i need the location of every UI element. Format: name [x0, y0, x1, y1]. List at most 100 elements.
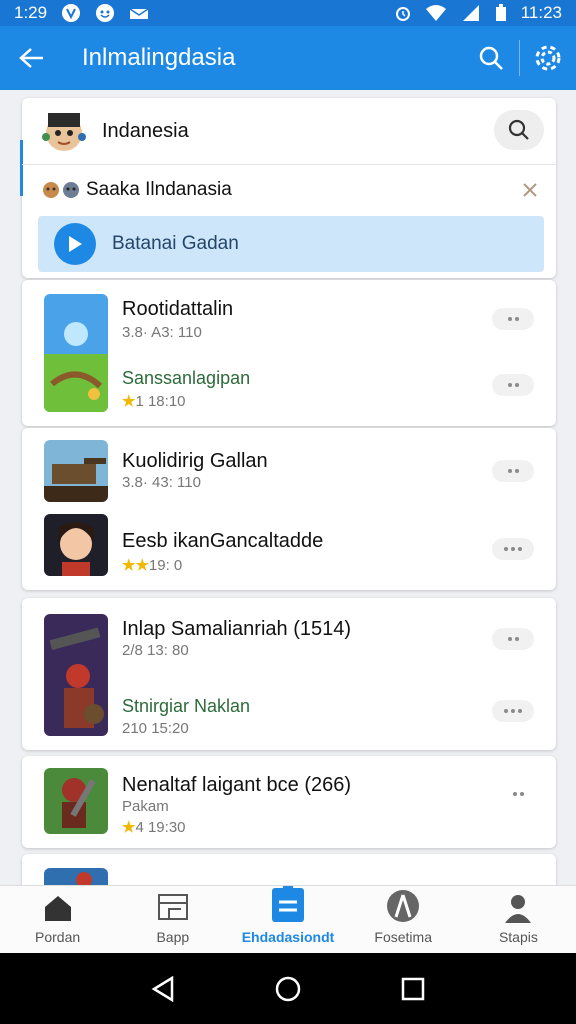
settings-button[interactable]: [520, 26, 576, 90]
app-meta: 3.8· 43: 110: [122, 474, 201, 491]
app-subtitle: Stnirgiar Naklan: [122, 696, 251, 716]
app-card: Rootidattalin 3.8· A3: 110 Sanssanlagipa…: [22, 280, 556, 426]
more-button[interactable]: [492, 374, 534, 396]
face-emoji-icon: [43, 182, 59, 198]
app-meta: Pakam: [122, 798, 169, 815]
person-icon: [505, 895, 532, 923]
star-icon: ★★: [122, 557, 149, 574]
country-name: Indanesia: [102, 119, 189, 142]
more-button[interactable]: [492, 460, 534, 482]
home-icon: [44, 896, 71, 921]
app-rating-text: 4 19:30: [135, 819, 186, 836]
more-button[interactable]: [492, 538, 534, 560]
more-button[interactable]: [513, 792, 524, 796]
app-icon-hero: [44, 768, 108, 834]
play-banner[interactable]: Batanai Gadan: [38, 216, 544, 272]
filter-text: Saaka Ilndanasia: [86, 179, 232, 200]
filter-chip[interactable]: Saaka Ilndanasia: [22, 168, 556, 212]
app-card: [22, 854, 556, 885]
filter-close-button[interactable]: [518, 178, 542, 202]
header-divider: [22, 164, 556, 165]
system-recents-button[interactable]: [393, 969, 433, 1009]
app-rating: ★4 19:30: [122, 818, 186, 836]
battery-icon: [495, 4, 507, 22]
triangle-back-icon: [151, 975, 173, 1002]
close-icon: [523, 183, 537, 197]
list-item[interactable]: Inlap Samalianriah (1514) 2/8 13: 80 Stn…: [22, 598, 556, 750]
nav-label: Ehdadasiondt: [241, 929, 335, 945]
app-rating: ★1 18:10: [122, 392, 186, 410]
search-icon: [508, 119, 529, 140]
wifi-icon: [425, 4, 447, 22]
country-avatar-icon: [42, 113, 86, 151]
star-icon: ★: [122, 819, 136, 836]
bottom-nav: Pordan Bapp Ehdadasiondt Fosetima Stapis: [0, 885, 576, 953]
app-title: Rootidattalin: [122, 298, 234, 320]
board-icon: [157, 894, 188, 920]
app-title: Nenaltaf laigant bce (266): [122, 774, 352, 796]
app-icon-avatar: [44, 514, 108, 576]
app-subtitle: Sanssanlagipan: [122, 368, 251, 388]
app-meta: 2/8 13: 80: [122, 642, 189, 659]
search-button[interactable]: [463, 26, 519, 90]
app-bar: Inlmalingdasia: [0, 26, 576, 90]
face-emoji-icon: [63, 182, 79, 198]
status-time-right: 11:23: [520, 3, 562, 22]
app-rating-text: 19: 0: [148, 557, 183, 574]
app-rating: ★★19: 0: [122, 556, 182, 574]
app-icon-warrior: [44, 614, 108, 736]
app-rating-text: 1 18:10: [135, 393, 186, 410]
list-item[interactable]: Nenaltaf laigant bce (266) Pakam ★4 19:3…: [22, 756, 556, 848]
star-icon: ★: [122, 393, 136, 410]
banner-text: Batanai Gadan: [112, 233, 239, 254]
app-title: Eesb ikanGancaltadde: [122, 530, 324, 552]
app-rating: 210 15:20: [122, 720, 189, 737]
system-back-button[interactable]: [143, 969, 183, 1009]
more-button[interactable]: [492, 700, 534, 722]
search-icon: [479, 46, 503, 70]
nav-item-active[interactable]: Ehdadasiondt: [230, 886, 345, 953]
app-card: Nenaltaf laigant bce (266) Pakam ★4 19:3…: [22, 756, 556, 848]
country-row[interactable]: Indanesia: [22, 98, 556, 164]
country-header-card: Indanesia Saaka Ilndanasia Batanai Gadan: [20, 98, 556, 278]
header-search-button[interactable]: [494, 110, 544, 150]
app-title: Inlap Samalianriah (1514): [122, 618, 352, 640]
system-home-button[interactable]: [268, 969, 308, 1009]
nav-item-stapis[interactable]: Stapis: [461, 886, 576, 953]
nav-item-fosetima[interactable]: Fosetima: [346, 886, 461, 953]
app-card: Kuolidirig Gallan 3.8· 43: 110 Eesb ikan…: [22, 428, 556, 590]
nav-item-home[interactable]: Pordan: [0, 886, 115, 953]
signal-icon: [461, 4, 481, 22]
list-item[interactable]: Rootidattalin 3.8· A3: 110 Sanssanlagipa…: [22, 280, 556, 426]
gear-icon: [535, 45, 561, 71]
page-title: Inlmalingdasia: [82, 44, 236, 71]
content-scroll[interactable]: Indanesia Saaka Ilndanasia Batanai Gadan: [0, 90, 576, 885]
app-meta: 3.8· A3: 110: [122, 324, 202, 341]
nav-label: Fosetima: [374, 929, 432, 945]
app-title: Kuolidirig Gallan: [122, 450, 268, 472]
filter-emoji-icons: [42, 181, 80, 199]
app-icon-partial: [44, 868, 108, 885]
more-button[interactable]: [492, 628, 534, 650]
nav-item-bapp[interactable]: Bapp: [115, 886, 230, 953]
list-item[interactable]: [22, 854, 556, 885]
back-arrow-icon: [19, 48, 43, 68]
list-icon: [272, 886, 304, 922]
notification-mail-icon: [129, 6, 149, 20]
system-nav-bar: [0, 953, 576, 1024]
notification-v-icon: [61, 3, 81, 23]
notification-face-icon: [95, 3, 115, 23]
list-item[interactable]: Kuolidirig Gallan 3.8· 43: 110: [22, 428, 556, 508]
more-button[interactable]: [492, 308, 534, 330]
nav-label: Bapp: [156, 929, 190, 945]
nav-label: Pordan: [35, 929, 81, 945]
status-bar: 1:29 11:23: [0, 0, 576, 26]
alarm-icon: [395, 4, 411, 22]
list-item[interactable]: Eesb ikanGancaltadde ★★19: 0: [22, 508, 556, 590]
app-card: Inlap Samalianriah (1514) 2/8 13: 80 Stn…: [22, 598, 556, 750]
circle-home-icon: [275, 976, 301, 1001]
back-button[interactable]: [0, 26, 64, 90]
compass-icon: [387, 890, 420, 922]
square-recents-icon: [402, 977, 425, 1000]
play-icon: [54, 223, 96, 265]
